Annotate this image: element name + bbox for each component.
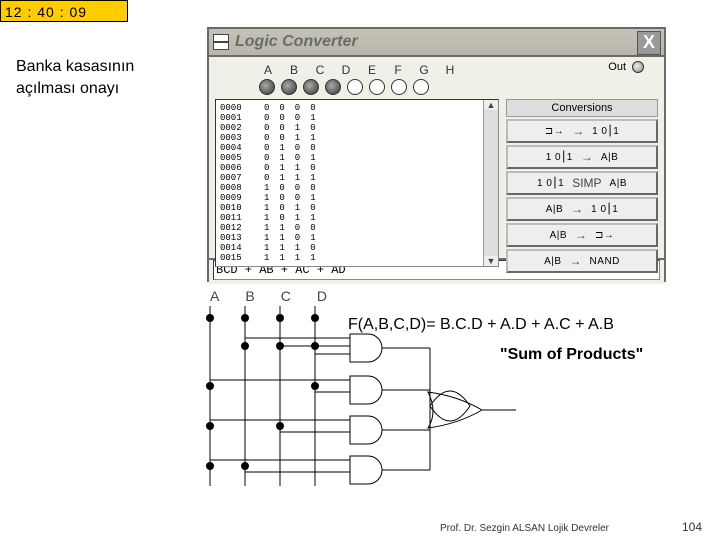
bulb-icon[interactable] [347, 79, 363, 95]
caption-text: Banka kasasının açılması onayı [16, 56, 186, 100]
truth-row[interactable]: 000300110 [220, 133, 494, 143]
bulb-icon[interactable] [325, 79, 341, 95]
conversion-button[interactable]: A|B→⊐→ [506, 223, 658, 247]
scrollbar[interactable] [483, 100, 498, 266]
truth-row[interactable]: 000910011 [220, 193, 494, 203]
window-title: Logic Converter [235, 33, 358, 51]
window-body: A B C D E F G H Out 00000000000010001000… [209, 57, 664, 258]
truth-row[interactable]: 000200100 [220, 123, 494, 133]
column-header: D [337, 63, 355, 77]
bulb-icon[interactable] [303, 79, 319, 95]
truth-row[interactable]: 000701111 [220, 173, 494, 183]
truth-table[interactable]: 0000000000001000100002001000003001100004… [215, 99, 499, 267]
truth-row[interactable]: 001511111 [220, 253, 494, 263]
system-menu-icon[interactable] [213, 34, 229, 50]
page-number: 104 [682, 520, 702, 534]
bulb-icon[interactable] [259, 79, 275, 95]
truth-row[interactable]: 000810000 [220, 183, 494, 193]
bulb-icon[interactable] [369, 79, 385, 95]
truth-row[interactable]: 001411101 [220, 243, 494, 253]
bulb-icon[interactable] [413, 79, 429, 95]
conversion-button[interactable]: 1 0⎮1SIMPA|B [506, 171, 658, 195]
bulb-icon[interactable] [281, 79, 297, 95]
column-header: H [441, 63, 459, 77]
circuit-svg [190, 306, 520, 502]
footer-text: Prof. Dr. Sezgin ALSAN Lojik Devreler [440, 523, 609, 534]
conversions-title: Conversions [506, 99, 658, 117]
column-header: B [285, 63, 303, 77]
conversion-button[interactable]: 1 0⎮1→A|B [506, 145, 658, 169]
conversion-button[interactable]: A|B→1 0⎮1 [506, 197, 658, 221]
truth-row[interactable]: 000000000 [220, 103, 494, 113]
column-header: A [259, 63, 277, 77]
truth-row[interactable]: 001311011 [220, 233, 494, 243]
truth-row[interactable]: 000501010 [220, 153, 494, 163]
logic-converter-window: Logic Converter X A B C D E F G H Out 00… [207, 27, 666, 282]
sum-of-products-label: "Sum of Products" [500, 346, 643, 364]
truth-row[interactable]: 001010101 [220, 203, 494, 213]
truth-row[interactable]: 001110111 [220, 213, 494, 223]
column-header: F [389, 63, 407, 77]
diagram-inputs: A B C D [210, 288, 327, 304]
truth-row[interactable]: 000401000 [220, 143, 494, 153]
timer: 12 : 40 : 09 [0, 0, 128, 22]
truth-row[interactable]: 000100010 [220, 113, 494, 123]
column-header: G [415, 63, 433, 77]
truth-row[interactable]: 001211001 [220, 223, 494, 233]
out-label: Out [608, 61, 644, 73]
input-label: B [245, 288, 254, 304]
equation-text: F(A,B,C,D)= B.C.D + A.D + A.C + A.B [348, 316, 614, 334]
bulb-icon[interactable] [391, 79, 407, 95]
truth-row[interactable]: 000601100 [220, 163, 494, 173]
input-label: A [210, 288, 219, 304]
close-button[interactable]: X [637, 31, 661, 55]
conversion-button[interactable]: ⊐→→1 0⎮1 [506, 119, 658, 143]
column-header: C [311, 63, 329, 77]
column-headers: A B C D E F G H [259, 63, 459, 77]
conversions-panel: Conversions ⊐→→1 0⎮11 0⎮1→A|B1 0⎮1SIMPA|… [506, 99, 658, 275]
input-label: D [317, 288, 327, 304]
input-label: C [281, 288, 291, 304]
titlebar[interactable]: Logic Converter X [209, 29, 664, 57]
column-header: E [363, 63, 381, 77]
input-bulbs [259, 79, 429, 95]
conversion-button[interactable]: A|B→NAND [506, 249, 658, 273]
